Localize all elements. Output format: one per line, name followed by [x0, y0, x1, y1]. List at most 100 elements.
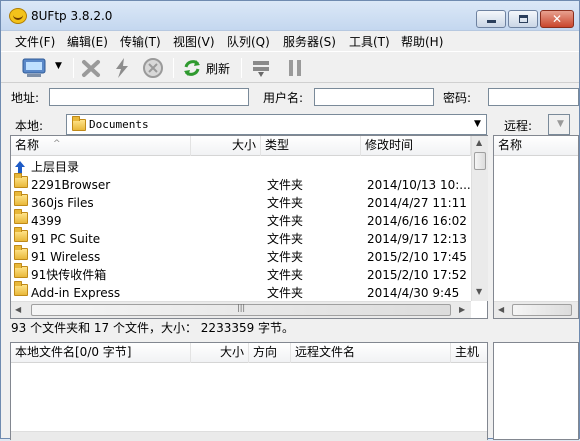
- column-size[interactable]: 大小: [191, 136, 261, 156]
- parent-dir-row[interactable]: 上层目录: [11, 158, 471, 176]
- file-row[interactable]: Add-in Express 文件夹 2014/4/30 9:45: [11, 281, 471, 302]
- toolbar: ▼ 刷新: [1, 51, 579, 83]
- local-vertical-scrollbar[interactable]: ▲ ▼: [471, 136, 488, 301]
- toolbar-separator: [173, 58, 174, 78]
- queue-side-panel: [493, 342, 579, 440]
- remote-horizontal-scrollbar[interactable]: ◀: [494, 301, 578, 318]
- remote-path-combo[interactable]: ▼: [548, 114, 570, 135]
- scroll-thumb[interactable]: [474, 152, 486, 170]
- lightning-icon: [116, 58, 128, 78]
- username-input[interactable]: [314, 88, 434, 106]
- file-type: 文件夹: [267, 178, 304, 192]
- queue-horizontal-scrollbar[interactable]: [11, 431, 487, 441]
- queue-column-direction[interactable]: 方向: [249, 343, 291, 363]
- chevron-down-icon[interactable]: ▼: [469, 115, 486, 134]
- menu-bar: 文件(F) 编辑(E) 传输(T) 视图(V) 队列(Q) 服务器(S) 工具(…: [1, 31, 579, 50]
- file-modified: 2014/10/13 10:...: [367, 178, 471, 192]
- scroll-down-icon[interactable]: ▼: [476, 287, 482, 296]
- menu-edit[interactable]: 编辑(E): [67, 33, 108, 50]
- transfer-queue-button[interactable]: [250, 57, 272, 79]
- transfer-queue-list: 本地文件名[0/0 字节] 大小 方向 远程文件名 主机: [10, 342, 488, 441]
- file-row[interactable]: 360js Files 文件夹 2014/4/27 11:11: [11, 191, 471, 212]
- file-modified: 2014/4/30 9:45: [367, 286, 460, 300]
- file-modified: 2014/6/16 16:02: [367, 214, 467, 228]
- file-name: 91快传收件箱: [31, 268, 107, 282]
- file-name: Add-in Express: [31, 286, 121, 300]
- reconnect-button[interactable]: [111, 57, 133, 79]
- grip-icon: |||: [237, 303, 246, 312]
- username-label: 用户名:: [263, 91, 304, 105]
- site-manager-button[interactable]: ▼: [9, 57, 69, 79]
- scroll-up-icon[interactable]: ▲: [476, 138, 482, 147]
- title-bar[interactable]: 8UFtp 3.8.2.0 ✕: [1, 1, 579, 31]
- address-input[interactable]: [49, 88, 249, 106]
- folder-icon: [14, 227, 28, 242]
- remote-label: 远程:: [504, 119, 533, 133]
- local-path-value: Documents: [89, 118, 149, 131]
- file-type: 文件夹: [267, 214, 304, 228]
- menu-view[interactable]: 视图(V): [173, 33, 215, 50]
- file-modified: 2014/9/17 12:13: [367, 232, 467, 246]
- file-row[interactable]: 91快传收件箱 文件夹 2015/2/10 17:52: [11, 263, 471, 284]
- local-list-header: 名称 ^ 大小 类型 修改时间: [11, 136, 471, 156]
- menu-server[interactable]: 服务器(S): [283, 33, 336, 50]
- column-name[interactable]: 名称 ^: [11, 136, 191, 156]
- queue-column-size[interactable]: 大小: [191, 343, 249, 363]
- column-type[interactable]: 类型: [261, 136, 361, 156]
- folder-icon: [72, 116, 86, 131]
- menu-file[interactable]: 文件(F): [15, 33, 55, 50]
- refresh-button[interactable]: 刷新: [182, 57, 234, 79]
- file-type: 文件夹: [267, 286, 304, 300]
- remote-list-header: 名称: [494, 136, 578, 156]
- menu-queue[interactable]: 队列(Q): [227, 33, 270, 50]
- menu-tools[interactable]: 工具(T): [349, 33, 390, 50]
- scroll-left-icon[interactable]: ◀: [498, 305, 504, 314]
- menu-help[interactable]: 帮助(H): [401, 33, 443, 50]
- password-input[interactable]: [488, 88, 579, 106]
- column-modified[interactable]: 修改时间: [361, 136, 471, 156]
- toolbar-separator: [73, 58, 74, 78]
- queue-column-host[interactable]: 主机: [451, 343, 487, 363]
- minimize-button[interactable]: [476, 10, 506, 28]
- local-label: 本地:: [15, 119, 44, 133]
- folder-icon: [14, 209, 28, 224]
- scroll-thumb[interactable]: [512, 304, 572, 316]
- chevron-down-icon[interactable]: ▼: [552, 115, 569, 134]
- refresh-icon: [184, 60, 200, 76]
- window-title: 8UFtp 3.8.2.0: [31, 9, 113, 23]
- remote-column-name[interactable]: 名称: [494, 136, 578, 156]
- scroll-thumb[interactable]: |||: [31, 303, 451, 316]
- scroll-left-icon[interactable]: ◀: [15, 305, 21, 314]
- file-row[interactable]: 4399 文件夹 2014/6/16 16:02: [11, 209, 471, 230]
- queue-column-local[interactable]: 本地文件名[0/0 字节]: [11, 343, 191, 363]
- file-row[interactable]: 91 PC Suite 文件夹 2014/9/17 12:13: [11, 227, 471, 248]
- refresh-label: 刷新: [206, 62, 231, 76]
- local-path-combo[interactable]: Documents ▼: [66, 114, 487, 135]
- file-modified: 2014/4/27 11:11: [367, 196, 467, 210]
- quick-connect-bar: 地址: 用户名: 密码:: [1, 85, 579, 109]
- address-label: 地址:: [11, 91, 40, 105]
- cancel-x-icon: [82, 60, 100, 77]
- menu-transfer[interactable]: 传输(T): [120, 33, 161, 50]
- local-horizontal-scrollbar[interactable]: ◀ ||| ▶: [11, 301, 471, 318]
- maximize-button[interactable]: [508, 10, 538, 28]
- pause-button[interactable]: [284, 57, 306, 79]
- folder-icon: [14, 263, 28, 278]
- sort-icon: ^: [53, 139, 61, 149]
- toolbar-separator: [241, 58, 242, 78]
- close-button[interactable]: ✕: [540, 10, 574, 28]
- scroll-right-icon[interactable]: ▶: [459, 305, 465, 314]
- close-icon: ✕: [552, 12, 563, 26]
- file-type: 文件夹: [267, 250, 304, 264]
- remote-file-list: 名称 ◀: [493, 135, 579, 319]
- queue-header: 本地文件名[0/0 字节] 大小 方向 远程文件名 主机: [11, 343, 487, 363]
- disconnect-button[interactable]: [80, 57, 102, 79]
- file-row[interactable]: 2291Browser 文件夹 2014/10/13 10:...: [11, 173, 471, 194]
- file-type: 文件夹: [267, 196, 304, 210]
- file-row[interactable]: 91 Wireless 文件夹 2015/2/10 17:45: [11, 245, 471, 266]
- app-logo-icon: [9, 8, 27, 24]
- local-file-list: 名称 ^ 大小 类型 修改时间 上层目录 2291Browser 文件夹 201…: [10, 135, 488, 319]
- file-name: 2291Browser: [31, 178, 111, 192]
- stop-button[interactable]: [142, 57, 164, 79]
- queue-column-remote[interactable]: 远程文件名: [291, 343, 451, 363]
